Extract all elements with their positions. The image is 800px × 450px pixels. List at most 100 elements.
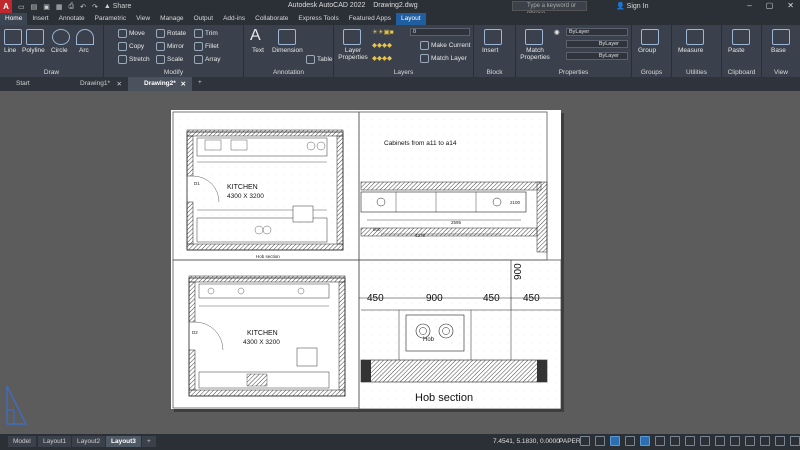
- share-icon[interactable]: ▲ Share: [104, 3, 132, 11]
- viewport-bottom-right[interactable]: [358, 259, 561, 409]
- dimension-icon[interactable]: [278, 29, 296, 45]
- tab-parametric[interactable]: Parametric: [90, 13, 131, 25]
- doc-tab-drawing1[interactable]: Drawing1* ✕: [64, 77, 128, 91]
- hardware-acceleration-icon[interactable]: [760, 436, 770, 446]
- circle-icon[interactable]: [52, 29, 70, 45]
- text-icon[interactable]: A: [250, 27, 261, 45]
- fillet-button[interactable]: Fillet: [194, 42, 219, 51]
- color-wheel-icon[interactable]: ◉: [554, 28, 560, 36]
- match-layer-button[interactable]: Match Layer: [420, 54, 467, 63]
- match-properties-icon[interactable]: [525, 29, 543, 45]
- osnap-icon[interactable]: [640, 436, 650, 446]
- layer-state-icons[interactable]: ☀☀▣■: [372, 28, 394, 36]
- copy-button[interactable]: Copy: [118, 42, 144, 51]
- layer-tools-row-2[interactable]: ◆◆◆◆: [372, 54, 392, 62]
- search-input[interactable]: Type a keyword or phrase: [512, 1, 587, 17]
- rotate-button[interactable]: Rotate: [156, 29, 186, 38]
- make-current-button[interactable]: Make Current: [420, 41, 470, 50]
- polar-icon[interactable]: [625, 436, 635, 446]
- table-button[interactable]: Table: [306, 55, 333, 64]
- base-button[interactable]: Base: [771, 47, 786, 54]
- match-properties-button[interactable]: Match Properties: [520, 47, 550, 61]
- tab-output[interactable]: Output: [189, 13, 219, 25]
- lineweight-dropdown[interactable]: ByLayer: [566, 52, 628, 60]
- trim-button[interactable]: Trim: [194, 29, 218, 38]
- close-icon[interactable]: ✕: [787, 1, 794, 10]
- selection-cycling-icon[interactable]: [700, 436, 710, 446]
- move-button[interactable]: Move: [118, 29, 145, 38]
- polyline-button[interactable]: Polyline: [22, 47, 45, 54]
- save-icon[interactable]: ▣: [43, 3, 50, 11]
- group-icon[interactable]: [641, 29, 659, 45]
- arc-button[interactable]: Arc: [79, 47, 89, 54]
- autocad-logo-icon[interactable]: A: [0, 0, 12, 13]
- tab-annotate[interactable]: Annotate: [54, 13, 90, 25]
- redo-icon[interactable]: ↷: [92, 3, 98, 11]
- measure-icon[interactable]: [686, 29, 704, 45]
- tab-collaborate[interactable]: Collaborate: [250, 13, 293, 25]
- close-tab-icon[interactable]: ✕: [181, 80, 186, 88]
- maximize-icon[interactable]: ▢: [766, 1, 774, 10]
- workspace-icon[interactable]: [730, 436, 740, 446]
- tab-insert[interactable]: Insert: [27, 13, 53, 25]
- mirror-button[interactable]: Mirror: [156, 42, 184, 51]
- layout-tab-layout3[interactable]: Layout3: [106, 436, 141, 447]
- line-button[interactable]: Line: [4, 47, 16, 54]
- polyline-icon[interactable]: [26, 29, 44, 45]
- layout-tab-layout2[interactable]: Layout2: [72, 436, 106, 447]
- tab-add-ins[interactable]: Add-ins: [218, 13, 250, 25]
- base-view-icon[interactable]: [772, 29, 790, 45]
- layout-paper[interactable]: KITCHEN 4300 X 3200 D1 Hob section KITCH…: [171, 110, 561, 409]
- tab-express-tools[interactable]: Express Tools: [293, 13, 343, 25]
- arc-icon[interactable]: [76, 29, 94, 45]
- measure-button[interactable]: Measure: [678, 47, 703, 54]
- tab-manage[interactable]: Manage: [155, 13, 189, 25]
- tab-layout[interactable]: Layout: [396, 13, 426, 25]
- array-button[interactable]: Array: [194, 55, 221, 64]
- isolate-icon[interactable]: [745, 436, 755, 446]
- layout-tab-layout1[interactable]: Layout1: [38, 436, 72, 447]
- insert-button[interactable]: Insert: [482, 47, 498, 54]
- paste-button[interactable]: Paste: [728, 47, 745, 54]
- add-layout-icon[interactable]: +: [142, 436, 156, 447]
- save-as-icon[interactable]: ▦: [56, 3, 63, 11]
- tab-view[interactable]: View: [131, 13, 155, 25]
- layer-properties-button[interactable]: Layer Properties: [338, 47, 368, 61]
- close-tab-icon[interactable]: ✕: [117, 80, 122, 88]
- customization-menu-icon[interactable]: [790, 436, 800, 446]
- circle-button[interactable]: Circle: [51, 47, 68, 54]
- text-button[interactable]: Text: [252, 47, 264, 54]
- snap-icon[interactable]: [595, 436, 605, 446]
- tab-featured-apps[interactable]: Featured Apps: [344, 13, 396, 25]
- modify-panel-title[interactable]: Modify: [104, 69, 243, 76]
- properties-panel-title[interactable]: Properties: [516, 69, 631, 76]
- color-dropdown[interactable]: ByLayer: [566, 28, 628, 36]
- ortho-icon[interactable]: [610, 436, 620, 446]
- annotation-scale-icon[interactable]: [715, 436, 725, 446]
- clipboard-panel-title[interactable]: Clipboard: [722, 69, 761, 76]
- view-panel-title[interactable]: View: [762, 69, 800, 76]
- undo-icon[interactable]: ↶: [80, 3, 86, 11]
- groups-panel-title[interactable]: Groups: [632, 69, 671, 76]
- layer-dropdown[interactable]: 0: [410, 28, 470, 36]
- clean-screen-icon[interactable]: [775, 436, 785, 446]
- scale-button[interactable]: Scale: [156, 55, 183, 64]
- sign-in-button[interactable]: 👤 Sign In: [616, 2, 648, 10]
- paper-space-toggle[interactable]: PAPER: [559, 438, 581, 445]
- new-icon[interactable]: ▭: [18, 3, 25, 11]
- paste-icon[interactable]: [732, 29, 750, 45]
- dimension-button[interactable]: Dimension: [272, 47, 303, 54]
- grid-icon[interactable]: [580, 436, 590, 446]
- insert-icon[interactable]: [484, 29, 502, 45]
- plot-icon[interactable]: ⎙: [69, 3, 75, 11]
- minimize-icon[interactable]: –: [747, 1, 751, 10]
- layout-tab-model[interactable]: Model: [8, 436, 36, 447]
- layer-properties-icon[interactable]: [343, 29, 361, 45]
- group-button[interactable]: Group: [638, 47, 656, 54]
- tab-home[interactable]: Home: [0, 13, 28, 25]
- lineweight-icon[interactable]: [670, 436, 680, 446]
- layer-tools-row-1[interactable]: ◆◆◆◆: [372, 41, 392, 49]
- utilities-panel-title[interactable]: Utilities: [672, 69, 721, 76]
- transparency-icon[interactable]: [685, 436, 695, 446]
- annotation-panel-title[interactable]: Annotation: [244, 69, 333, 76]
